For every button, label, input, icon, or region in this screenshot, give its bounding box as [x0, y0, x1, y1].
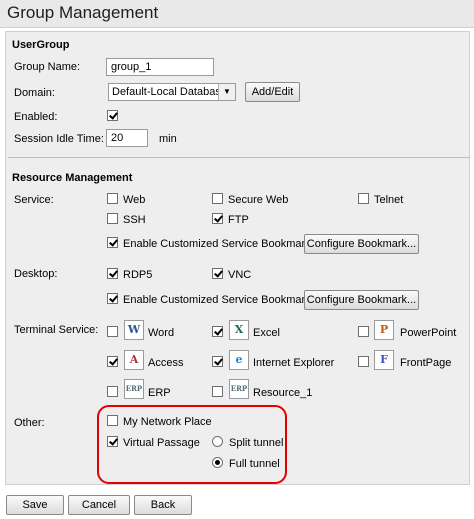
powerpoint-icon: P: [374, 320, 394, 340]
terminal-resource1-checkbox[interactable]: [212, 386, 223, 397]
desktop-vnc-checkbox[interactable]: [212, 268, 223, 279]
desktop-bookmark-checkbox[interactable]: [107, 293, 118, 304]
resource-icon: ERP: [229, 379, 249, 399]
desktop-label: Desktop:: [14, 268, 58, 280]
terminal-access-label: Access: [148, 357, 184, 369]
word-icon: W: [124, 320, 144, 340]
terminal-frontpage-label: FrontPage: [400, 357, 452, 369]
terminal-erp-label: ERP: [148, 387, 171, 399]
service-telnet-label: Telnet: [374, 194, 404, 206]
virtual-passage-label: Virtual Passage: [123, 437, 200, 449]
terminal-erp-checkbox[interactable]: [107, 386, 118, 397]
terminal-service-label: Terminal Service:: [14, 324, 99, 336]
group-name-label: Group Name:: [14, 61, 81, 73]
back-button[interactable]: Back: [134, 495, 192, 515]
erp-icon: ERP: [124, 379, 144, 399]
cancel-button[interactable]: Cancel: [68, 495, 130, 515]
service-ssh-checkbox[interactable]: [107, 213, 118, 224]
terminal-powerpoint-checkbox[interactable]: [358, 326, 369, 337]
terminal-word-label: Word: [148, 327, 175, 339]
terminal-ie-label: Internet Explorer: [253, 357, 335, 369]
service-secure-web-label: Secure Web: [228, 194, 289, 206]
terminal-frontpage-checkbox[interactable]: [358, 356, 369, 367]
excel-icon: X: [229, 320, 249, 340]
desktop-bookmark-label: Enable Customized Service Bookmark: [123, 294, 311, 306]
service-ftp-label: FTP: [228, 214, 249, 226]
service-secure-web-checkbox[interactable]: [212, 193, 223, 204]
terminal-ie-checkbox[interactable]: [212, 356, 223, 367]
terminal-access-checkbox[interactable]: [107, 356, 118, 367]
session-idle-unit: min: [159, 133, 177, 145]
page-title: Group Management: [7, 3, 159, 22]
configure-bookmark-button-2[interactable]: Configure Bookmark...: [304, 290, 419, 310]
chevron-down-icon: ▼: [218, 84, 235, 100]
service-telnet-checkbox[interactable]: [358, 193, 369, 204]
full-tunnel-radio[interactable]: [212, 457, 223, 468]
enabled-label: Enabled:: [14, 111, 58, 123]
domain-label: Domain:: [14, 87, 55, 99]
terminal-resource1-label: Resource_1: [253, 387, 313, 399]
virtual-passage-checkbox[interactable]: [107, 436, 118, 447]
split-tunnel-label: Split tunnel: [229, 437, 284, 449]
service-web-label: Web: [123, 194, 146, 206]
desktop-rdp5-label: RDP5: [123, 269, 153, 281]
domain-select-value: Default-Local Database: [112, 86, 227, 98]
section-divider: [8, 157, 470, 158]
split-tunnel-radio[interactable]: [212, 436, 223, 447]
enabled-checkbox[interactable]: [107, 110, 118, 121]
group-name-field[interactable]: group_1: [106, 58, 214, 76]
service-label: Service:: [14, 194, 54, 206]
frontpage-icon: F: [374, 350, 394, 370]
session-idle-field[interactable]: 20: [106, 129, 148, 147]
access-icon: A: [124, 350, 144, 370]
my-network-place-label: My Network Place: [123, 416, 212, 428]
service-bookmark-checkbox[interactable]: [107, 237, 118, 248]
resource-management-heading: Resource Management: [12, 172, 133, 184]
domain-select[interactable]: Default-Local Database ▼: [108, 83, 236, 101]
other-label: Other:: [14, 417, 45, 429]
service-bookmark-label: Enable Customized Service Bookmark: [123, 238, 311, 250]
session-idle-label: Session Idle Time:: [14, 133, 104, 145]
configure-bookmark-button[interactable]: Configure Bookmark...: [304, 234, 419, 254]
service-ftp-checkbox[interactable]: [212, 213, 223, 224]
service-web-checkbox[interactable]: [107, 193, 118, 204]
add-edit-button[interactable]: Add/Edit: [245, 82, 300, 102]
my-network-place-checkbox[interactable]: [107, 415, 118, 426]
terminal-powerpoint-label: PowerPoint: [400, 327, 457, 339]
terminal-excel-checkbox[interactable]: [212, 326, 223, 337]
full-tunnel-label: Full tunnel: [229, 458, 280, 470]
terminal-word-checkbox[interactable]: [107, 326, 118, 337]
service-ssh-label: SSH: [123, 214, 146, 226]
usergroup-heading: UserGroup: [12, 39, 70, 51]
internet-explorer-icon: e: [229, 350, 249, 370]
terminal-excel-label: Excel: [253, 327, 280, 339]
desktop-vnc-label: VNC: [228, 269, 252, 281]
save-button[interactable]: Save: [6, 495, 64, 515]
desktop-rdp5-checkbox[interactable]: [107, 268, 118, 279]
